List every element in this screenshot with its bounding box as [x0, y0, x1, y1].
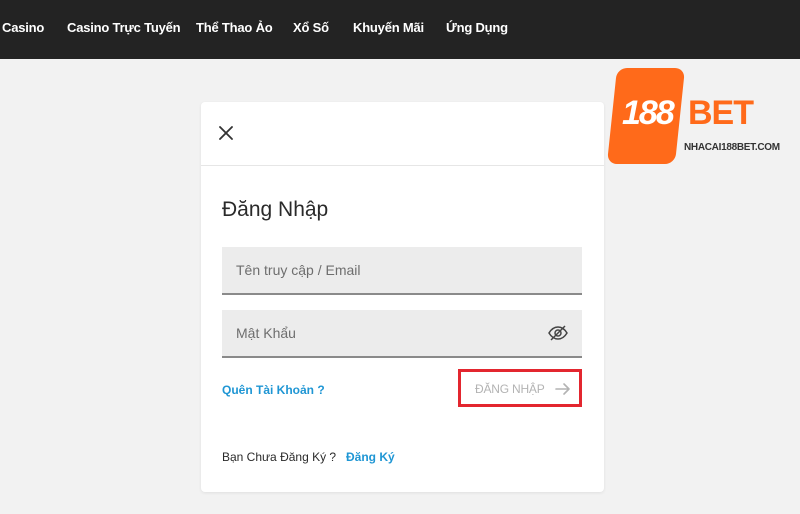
nav-item-promotions[interactable]: Khuyến Mãi: [353, 20, 424, 35]
logo-url: NHACAI188BET.COM: [684, 142, 780, 153]
nav-item-casino[interactable]: Casino: [2, 20, 44, 35]
password-field-wrapper: [222, 310, 582, 358]
eye-icon[interactable]: [548, 325, 568, 341]
password-input[interactable]: [222, 310, 542, 356]
login-button[interactable]: ĐĂNG NHẬP: [458, 369, 582, 407]
login-title: Đăng Nhập: [222, 198, 329, 221]
register-link[interactable]: Đăng Ký: [346, 450, 395, 464]
close-icon[interactable]: [218, 125, 234, 141]
username-input[interactable]: [222, 247, 542, 293]
nav-item-virtual-sports[interactable]: Thể Thao Ảo: [196, 20, 273, 35]
nav-item-apps[interactable]: Ứng Dụng: [446, 20, 508, 35]
login-button-label: ĐĂNG NHẬP: [475, 382, 545, 396]
username-field-wrapper: [222, 247, 582, 295]
login-modal: Đăng Nhập Quên Tài Khoản ? ĐĂNG NHẬP Bạn…: [201, 102, 604, 492]
arrow-right-icon: [555, 383, 570, 395]
logo-word: BET: [688, 94, 754, 132]
top-navigation: Casino Casino Trực Tuyến Thể Thao Ảo Xổ …: [0, 0, 800, 59]
brand-logo: 188 BET NHACAI188BET.COM: [606, 68, 800, 172]
nav-item-lottery[interactable]: Xổ Số: [293, 20, 329, 35]
forgot-account-link[interactable]: Quên Tài Khoản ?: [222, 383, 325, 397]
nav-item-casino-online[interactable]: Casino Trực Tuyến: [67, 20, 181, 35]
register-question: Bạn Chưa Đăng Ký ?: [222, 450, 337, 464]
modal-header: [201, 102, 604, 166]
logo-number: 188: [622, 94, 675, 132]
